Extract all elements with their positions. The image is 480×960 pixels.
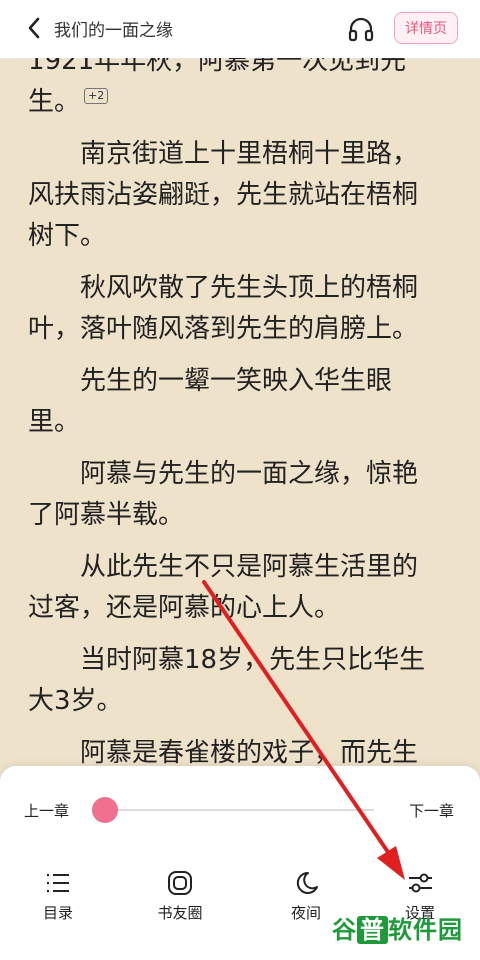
paragraph: 1921年年秋，阿慕第一次见到先生。 +2 <box>28 58 407 117</box>
paragraph-comment-badge[interactable]: +2 <box>84 88 109 104</box>
prev-chapter-button[interactable]: 上一章 <box>24 800 69 821</box>
rounded-square-icon <box>168 871 192 895</box>
paragraph: 秋风吹散了先生头顶上的梧桐叶，落叶随风落到先生的肩膀上。 <box>28 273 419 344</box>
listen-button[interactable] <box>346 14 376 44</box>
headphone-icon <box>348 17 374 42</box>
paragraph: 先生的一颦一笑映入华生眼里。 <box>28 366 393 437</box>
back-button[interactable] <box>22 14 46 42</box>
paragraph: 从此先生不只是阿慕生活里的过客，还是阿慕的心上人。 <box>28 552 419 623</box>
paragraph: 阿慕与先生的一面之缘，惊艳了阿慕半载。 <box>28 459 419 530</box>
article-text: 1921年年秋，阿慕第一次见到先生。 +2 南京街道上十里梧桐十里路，风扶雨沾姿翩… <box>28 58 438 766</box>
progress-slider-thumb[interactable] <box>92 797 118 823</box>
detail-page-button[interactable]: 详情页 <box>394 12 458 44</box>
book-title: 我们的一面之缘 <box>54 21 173 41</box>
paragraph: 南京街道上十里梧桐十里路，风扶雨沾姿翩跹，先生就站在梧桐树下。 <box>28 139 419 251</box>
chevron-left-icon <box>28 17 40 39</box>
chapter-progress-slider[interactable] <box>104 809 374 811</box>
reading-area[interactable]: 1921年年秋，阿慕第一次见到先生。 +2 南京街道上十里梧桐十里路，风扶雨沾姿翩… <box>0 58 480 766</box>
paragraph: 阿慕是春雀楼的戏子，而先生 <box>80 738 419 766</box>
sliders-icon <box>409 873 432 893</box>
next-chapter-button[interactable]: 下一章 <box>409 800 454 821</box>
nav-book-circle-label: 书友圈 <box>157 904 203 922</box>
paragraph: 当时阿慕18岁，先生只比华生大3岁。 <box>28 645 426 716</box>
moon-icon <box>296 871 318 894</box>
top-bar: 我们的一面之缘 详情页 <box>0 0 480 59</box>
nav-catalog[interactable]: 目录 <box>18 870 98 923</box>
nav-book-circle[interactable]: 书友圈 <box>140 870 220 923</box>
list-icon <box>47 873 69 893</box>
nav-catalog-label: 目录 <box>42 904 73 922</box>
watermark-logo: 谷普软件园 <box>332 916 463 944</box>
